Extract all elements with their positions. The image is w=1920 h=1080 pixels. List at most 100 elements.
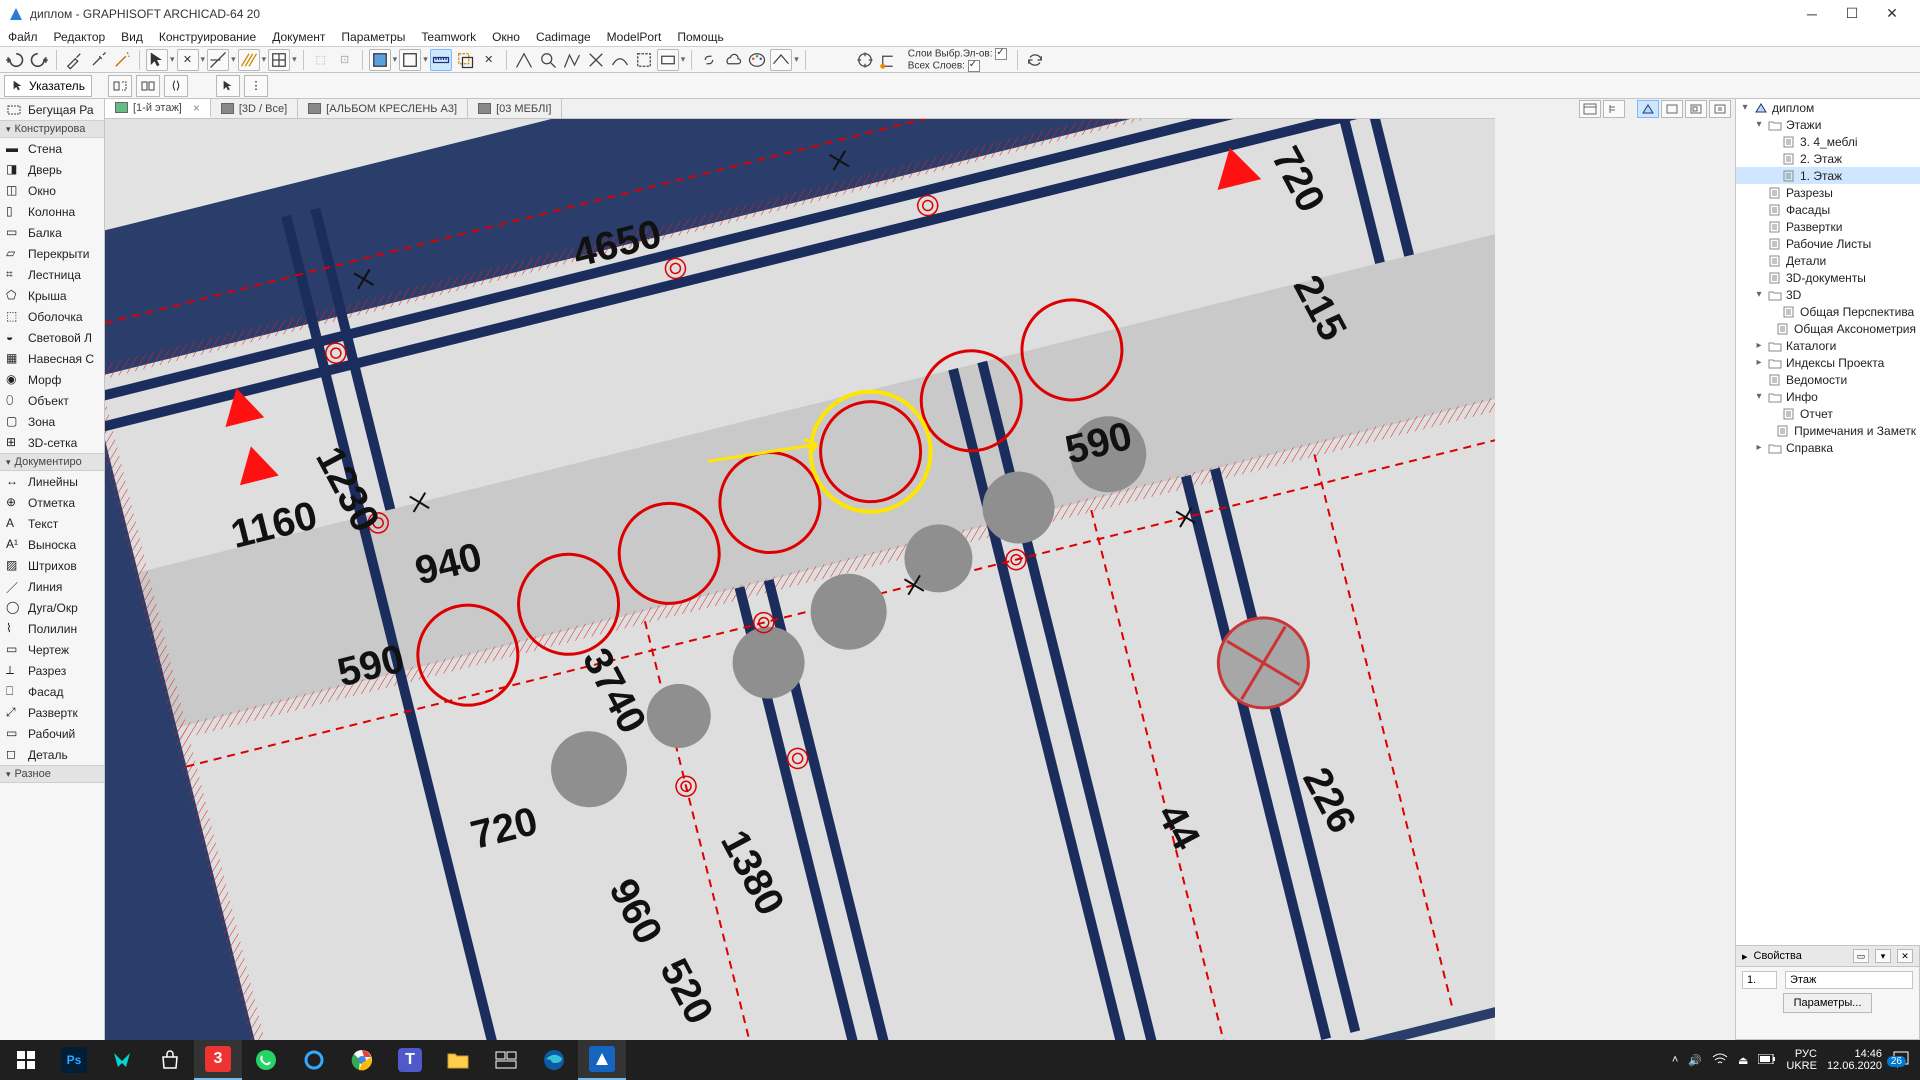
- link-icon[interactable]: [698, 49, 720, 71]
- nav-item-Фасады[interactable]: Фасады: [1736, 201, 1920, 218]
- menu-вид[interactable]: Вид: [113, 27, 151, 46]
- tab-close-icon[interactable]: ×: [193, 101, 200, 115]
- tool-Линейны[interactable]: ↔Линейны: [0, 471, 104, 492]
- tool-Перекрыти[interactable]: ▱Перекрыти: [0, 243, 104, 264]
- nav-item-Рабочие Листы[interactable]: Рабочие Листы: [1736, 235, 1920, 252]
- tab-[1-й этаж][interactable]: [1-й этаж]×: [105, 99, 211, 118]
- tool-Объект[interactable]: ⬯Объект: [0, 390, 104, 411]
- menu-конструирование[interactable]: Конструирование: [151, 27, 264, 46]
- nav-tab-map-button[interactable]: [1637, 100, 1659, 118]
- fill-display-dropdown[interactable]: ▾: [399, 49, 428, 71]
- menu-редактор[interactable]: Редактор: [46, 27, 114, 46]
- tool-Линия[interactable]: ／Линия: [0, 576, 104, 597]
- minimize-button[interactable]: ─: [1792, 0, 1832, 27]
- taskbar-taskview-icon[interactable]: [482, 1040, 530, 1080]
- split-icon[interactable]: [585, 49, 607, 71]
- menu-помощь[interactable]: Помощь: [669, 27, 731, 46]
- props-menu-button[interactable]: ▾: [1875, 949, 1891, 963]
- taskbar-archicad-icon[interactable]: [578, 1040, 626, 1080]
- tool-Штрихов[interactable]: ▨Штрихов: [0, 555, 104, 576]
- tool-Развертк[interactable]: ⤢Развертк: [0, 702, 104, 723]
- tool-Чертеж[interactable]: ▭Чертеж: [0, 639, 104, 660]
- cursor-mode-dropdown[interactable]: ▾: [146, 49, 175, 71]
- props-settings-button[interactable]: Параметры...: [1783, 993, 1873, 1013]
- taskbar-whatsapp-icon[interactable]: [242, 1040, 290, 1080]
- tab-[03 МЕБЛІ][interactable]: [03 МЕБЛІ]: [468, 99, 562, 118]
- tab-[3D / Все][interactable]: [3D / Все]: [211, 99, 298, 118]
- tool-Лестница[interactable]: ⌗Лестница: [0, 264, 104, 285]
- redo-button[interactable]: [28, 49, 50, 71]
- rect-marquee-icon[interactable]: [633, 49, 655, 71]
- nav-item-Примечания и Заметк[interactable]: Примечания и Заметк: [1736, 422, 1920, 439]
- tray-clock[interactable]: 14:46 12.06.2020: [1827, 1048, 1882, 1072]
- guide-dropdown[interactable]: ▾: [238, 49, 267, 71]
- tool-Дуга/Окр[interactable]: ◯Дуга/Окр: [0, 597, 104, 618]
- notifications-button[interactable]: [1892, 1050, 1910, 1071]
- maximize-button[interactable]: ☐: [1832, 0, 1872, 27]
- tab-[АЛЬБОМ КРЕСЛЕНЬ А3][interactable]: [АЛЬБОМ КРЕСЛЕНЬ А3]: [298, 99, 468, 118]
- toolbox-section-Разное[interactable]: ▾Разное: [0, 765, 104, 783]
- sel-filter-1-button[interactable]: [216, 75, 240, 97]
- taskbar-predator-icon[interactable]: [98, 1040, 146, 1080]
- nav-item-Развертки[interactable]: Развертки: [1736, 218, 1920, 235]
- curve-icon[interactable]: [609, 49, 631, 71]
- nav-item-Разрезы[interactable]: Разрезы: [1736, 184, 1920, 201]
- props-pin-button[interactable]: ▭: [1853, 949, 1869, 963]
- tool-Окно[interactable]: ◫Окно: [0, 180, 104, 201]
- sel-mode-3-button[interactable]: ⟨⟩: [164, 75, 188, 97]
- running-line-tool[interactable]: Бегущая Ра: [0, 99, 104, 120]
- tool-Выноска[interactable]: A¹Выноска: [0, 534, 104, 555]
- navigator-root[interactable]: ▾ диплом: [1736, 99, 1920, 116]
- layer-sel-checkbox[interactable]: [995, 48, 1007, 60]
- props-name-cell[interactable]: Этаж: [1785, 971, 1913, 989]
- tray-volume-icon[interactable]: 🔊: [1688, 1054, 1702, 1067]
- nav-item-Общая Перспектива[interactable]: Общая Перспектива: [1736, 303, 1920, 320]
- nav-tab-view-button[interactable]: [1661, 100, 1683, 118]
- find-icon[interactable]: [537, 49, 559, 71]
- tool-Полилин[interactable]: ⌇Полилин: [0, 618, 104, 639]
- nav-item-Отчет[interactable]: Отчет: [1736, 405, 1920, 422]
- nav-mode-project-button[interactable]: [1579, 100, 1601, 118]
- tool-Морф[interactable]: ◉Морф: [0, 369, 104, 390]
- renovation-dropdown[interactable]: ▾: [657, 49, 686, 71]
- undo-button[interactable]: [4, 49, 26, 71]
- nav-item-Ведомости[interactable]: Ведомости: [1736, 371, 1920, 388]
- layer-display-dropdown[interactable]: ▾: [369, 49, 398, 71]
- snap-mode-dropdown[interactable]: ✕▾: [177, 49, 206, 71]
- tray-language[interactable]: РУС UKRE: [1786, 1048, 1817, 1072]
- props-close-button[interactable]: ✕: [1897, 949, 1913, 963]
- tool-Балка[interactable]: ▭Балка: [0, 222, 104, 243]
- menu-окно[interactable]: Окно: [484, 27, 528, 46]
- taskbar-cortana-icon[interactable]: [290, 1040, 338, 1080]
- props-collapse-icon[interactable]: ▸: [1742, 950, 1748, 963]
- taskbar-edge-icon[interactable]: [530, 1040, 578, 1080]
- nav-item-Этажи[interactable]: ▾Этажи: [1736, 116, 1920, 133]
- sync-icon[interactable]: [1024, 49, 1046, 71]
- palette-icon[interactable]: [746, 49, 768, 71]
- pointer-tool-button[interactable]: Указатель: [4, 75, 92, 97]
- tool-Оболочка[interactable]: ⬚Оболочка: [0, 306, 104, 327]
- tool-Дверь[interactable]: ◨Дверь: [0, 159, 104, 180]
- taskbar-teams-icon[interactable]: T: [386, 1040, 434, 1080]
- tool-b-icon[interactable]: ⊡: [334, 49, 356, 71]
- sel-mode-2-button[interactable]: [136, 75, 160, 97]
- nav-item-2. Этаж[interactable]: 2. Этаж: [1736, 150, 1920, 167]
- close-button[interactable]: ✕: [1872, 0, 1912, 27]
- nav-tab-layout-button[interactable]: [1685, 100, 1707, 118]
- syringe-icon[interactable]: [87, 49, 109, 71]
- menu-параметры[interactable]: Параметры: [333, 27, 413, 46]
- tool-a-icon[interactable]: ⬚: [310, 49, 332, 71]
- menu-документ[interactable]: Документ: [264, 27, 333, 46]
- tool-Деталь[interactable]: ◻Деталь: [0, 744, 104, 765]
- tray-wifi-icon[interactable]: [1712, 1053, 1728, 1068]
- tool-Световой Л[interactable]: ◒Световой Л: [0, 327, 104, 348]
- toolbox-section-Конструирова[interactable]: ▾Конструирова: [0, 120, 104, 138]
- layer-all-checkbox[interactable]: [968, 60, 980, 72]
- intersect-dropdown[interactable]: ▾: [207, 49, 236, 71]
- tool-Зона[interactable]: ▢Зона: [0, 411, 104, 432]
- nav-item-1. Этаж[interactable]: 1. Этаж: [1736, 167, 1920, 184]
- tray-battery-icon[interactable]: [1758, 1054, 1776, 1067]
- tool-Колонна[interactable]: ▯Колонна: [0, 201, 104, 222]
- coord-origin-icon[interactable]: [854, 49, 876, 71]
- tool-Рабочий[interactable]: ▭Рабочий: [0, 723, 104, 744]
